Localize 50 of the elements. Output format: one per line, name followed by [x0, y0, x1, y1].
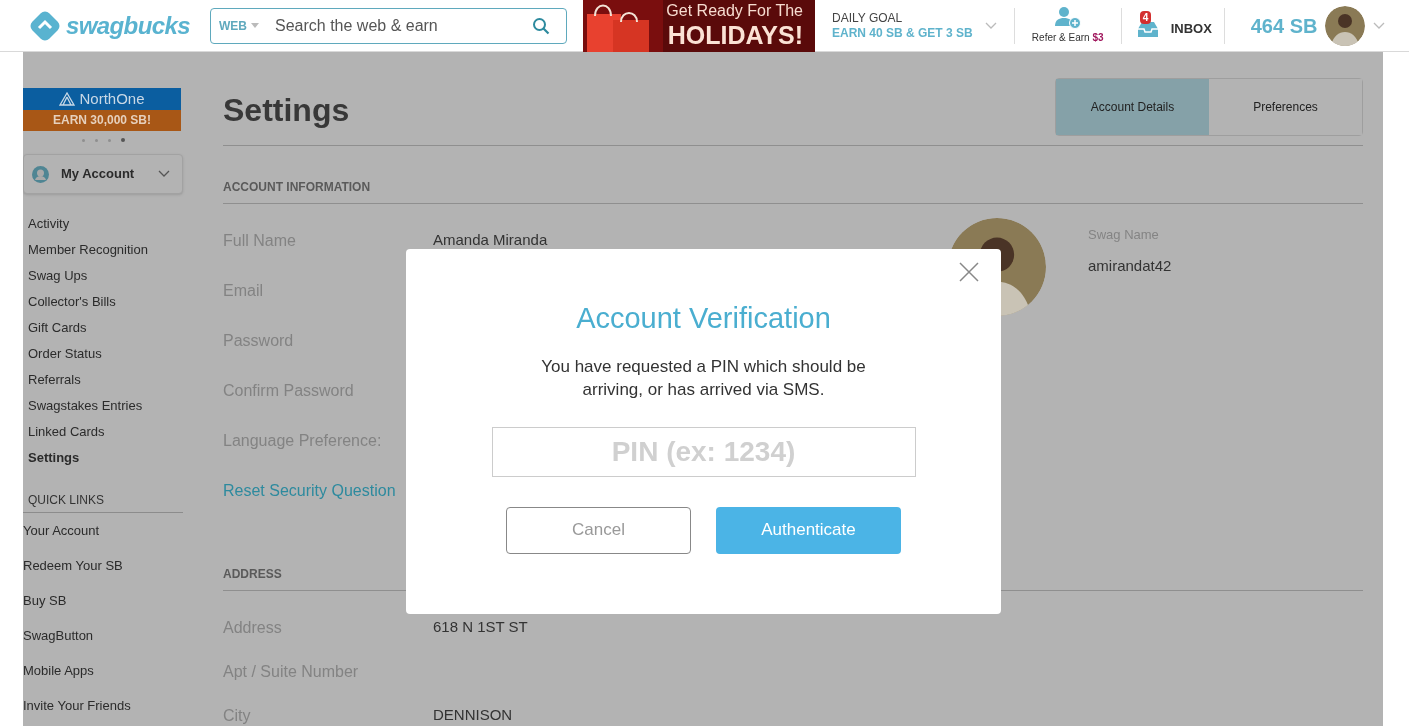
promo-offer: EARN 30,000 SB!: [23, 110, 181, 131]
account-menu-button[interactable]: My Account: [23, 154, 183, 194]
dialog-message: You have requested a PIN which should be arriving, or has arrived via SMS.: [540, 355, 867, 401]
daily-goal-label: DAILY GOAL: [832, 10, 904, 26]
field-value: DENNISON: [433, 705, 513, 725]
chevron-down-icon: [158, 170, 170, 178]
field-value: 618 N 1ST ST: [433, 617, 528, 637]
chevron-down-icon: [984, 21, 997, 30]
logo-text: swagbucks: [66, 10, 190, 41]
close-icon[interactable]: [959, 262, 979, 282]
caret-icon: [251, 23, 259, 28]
quick-link[interactable]: Mobile Apps: [23, 662, 183, 697]
page-title: Settings: [223, 91, 350, 130]
nav-link[interactable]: Activity: [28, 211, 183, 237]
unread-badge: 4: [1139, 10, 1152, 24]
nav-link[interactable]: Gift Cards: [28, 315, 183, 341]
quick-link[interactable]: Your Account: [23, 522, 183, 557]
nav-link[interactable]: Swag Ups: [28, 263, 183, 289]
swag-name: amirandat42: [1088, 255, 1172, 276]
holiday-banner[interactable]: Get Ready For The HOLIDAYS!: [583, 0, 815, 52]
quick-link[interactable]: Invite Your Friends: [23, 697, 183, 726]
inbox-icon: [1136, 19, 1159, 38]
add-user-icon: [1053, 6, 1082, 30]
promo-brand: NorthOne: [79, 88, 145, 109]
search-icon[interactable]: [532, 16, 550, 35]
section-heading: ACCOUNT INFORMATION: [223, 178, 1363, 204]
field-value: Amanda Miranda: [433, 230, 548, 250]
user-icon: [32, 165, 49, 183]
nav-link[interactable]: Collector's Bills: [28, 289, 183, 315]
nav-link[interactable]: Order Status: [28, 341, 183, 367]
tab[interactable]: Account Details: [1056, 79, 1209, 135]
inbox-button[interactable]: 4 INBOX: [1121, 3, 1224, 48]
refer-button[interactable]: Refer & Earn $3: [1014, 6, 1121, 45]
quick-link[interactable]: Buy SB: [23, 592, 183, 627]
daily-goal-value: EARN 40 SB & GET 3 SB: [832, 25, 973, 41]
brand-icon: [59, 92, 76, 106]
nav-link[interactable]: Swagstakes Entries: [28, 393, 183, 419]
nav-link[interactable]: Settings: [28, 445, 183, 471]
banner-title: HOLIDAYS!: [667, 23, 803, 48]
quick-link[interactable]: SwagButton: [23, 627, 183, 662]
chevron-down-icon: [1373, 21, 1386, 30]
banner-subtitle: Get Ready For The: [666, 3, 803, 19]
quick-links-heading: QUICK LINKS: [23, 491, 183, 513]
nav-link[interactable]: Linked Cards: [28, 419, 183, 445]
nav-link[interactable]: Referrals: [28, 367, 183, 393]
balance: 464 SB: [1250, 13, 1318, 39]
avatar: [1325, 5, 1366, 46]
dialog-title: Account Verification: [576, 301, 831, 336]
quick-link[interactable]: Redeem Your SB: [23, 557, 183, 592]
nav-link[interactable]: Member Recognition: [28, 237, 183, 263]
